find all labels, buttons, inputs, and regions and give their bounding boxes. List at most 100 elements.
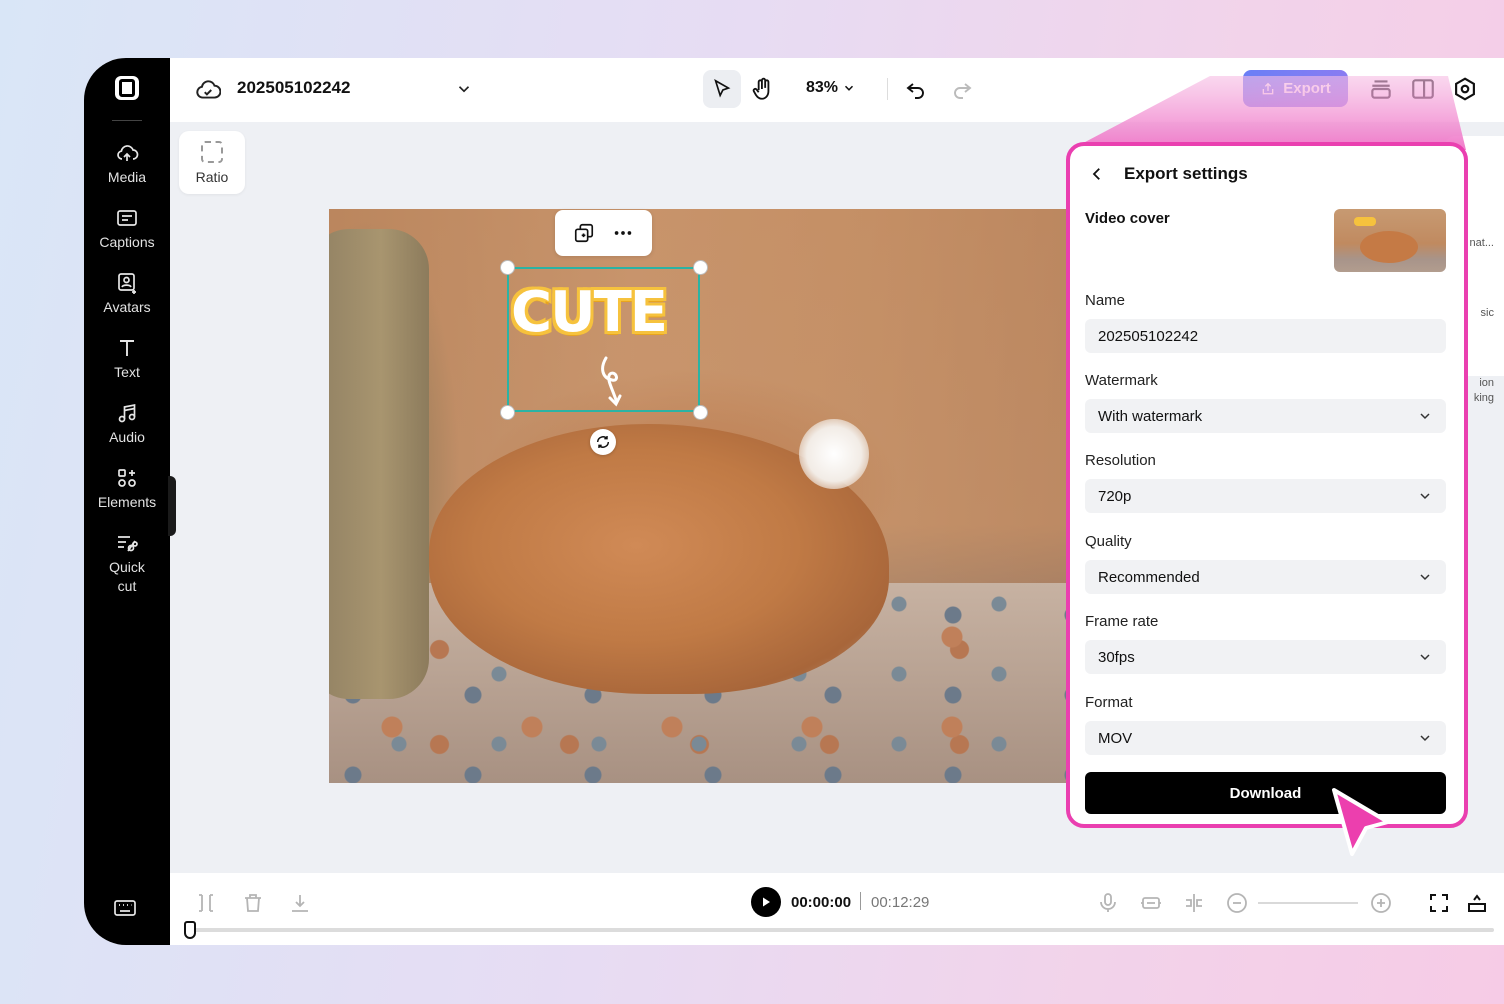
avatar-icon [118,273,136,294]
split-clip-icon[interactable] [1182,891,1206,915]
resize-handle-bottom-left[interactable] [500,405,515,420]
sidebar-item-media[interactable]: Media [84,131,170,196]
right-tool-label[interactable]: ion [1479,376,1494,390]
sidebar-item-audio[interactable]: Audio [84,391,170,456]
back-arrow-icon[interactable] [1088,165,1106,183]
project-title[interactable]: 202505102242 [237,78,350,98]
resize-handle-bottom-right[interactable] [693,405,708,420]
play-button[interactable] [751,887,781,917]
panel-title: Export settings [1124,164,1248,183]
sidebar-item-avatars[interactable]: Avatars [84,261,170,326]
rotate-icon [596,436,610,448]
watermark-value: With watermark [1098,407,1203,425]
video-cover-thumbnail[interactable] [1334,209,1446,272]
hand-tool-icon[interactable] [750,76,776,102]
collapse-timeline-icon[interactable] [1465,891,1489,915]
element-floating-toolbar [555,210,652,256]
selection-box[interactable] [507,267,700,412]
cloud-sync-icon[interactable] [195,77,221,103]
quality-select[interactable]: Recommended [1085,560,1446,594]
keyboard-icon [114,900,136,916]
video-frame-pillow [329,229,429,699]
watermark-label: Watermark [1085,372,1158,389]
split-view-icon[interactable] [1410,76,1436,102]
pointer-cursor-icon [1332,788,1390,856]
redo-icon[interactable] [950,77,974,101]
total-time: 00:12:29 [871,894,930,911]
thumbnail-sticker [1354,217,1376,226]
duplicate-icon[interactable] [573,222,595,244]
settings-icon[interactable] [1452,76,1478,102]
chevron-down-icon[interactable] [455,80,473,98]
sidebar-item-elements[interactable]: Elements [84,456,170,521]
music-note-icon [118,403,136,423]
right-tool-label[interactable]: sic [1481,306,1494,320]
format-select[interactable]: MOV [1085,721,1446,755]
panel-header: Export settings [1088,164,1248,184]
name-field[interactable] [1085,319,1446,353]
resolution-select[interactable]: 720p [1085,479,1446,513]
split-icon[interactable] [194,891,218,915]
video-preview[interactable] [329,209,1089,783]
sidebar-divider [112,120,142,121]
quality-value: Recommended [1098,568,1200,586]
export-button[interactable]: Export [1243,70,1348,107]
thumbnail-cat [1360,231,1418,263]
right-tool-label[interactable]: nat... [1470,236,1494,250]
sidebar-collapse-handle[interactable] [168,476,176,536]
more-options-icon[interactable] [612,222,634,244]
sidebar-item-quick-cut[interactable]: Quick cut [84,521,170,605]
chevron-down-icon [1420,654,1430,661]
fullscreen-icon[interactable] [1427,891,1451,915]
frame-rate-label: Frame rate [1085,613,1159,630]
video-cover-label: Video cover [1085,210,1170,227]
layers-icon[interactable] [1368,76,1394,102]
chevron-down-icon [1420,413,1430,420]
zoom-level-dropdown[interactable]: 83% [806,79,856,97]
resolution-label: Resolution [1085,452,1156,469]
format-label: Format [1085,694,1133,711]
frame-rate-select[interactable]: 30fps [1085,640,1446,674]
microphone-icon[interactable] [1096,891,1120,915]
timeline-track[interactable] [190,928,1494,932]
current-time: 00:00:00 [791,894,852,911]
watermark-select[interactable]: With watermark [1085,399,1446,433]
play-icon [763,897,770,907]
undo-icon[interactable] [904,77,928,101]
export-label: Export [1283,80,1331,97]
resize-handle-top-left[interactable] [500,260,515,275]
app-logo[interactable] [115,76,139,100]
right-tool-label[interactable]: king [1474,391,1494,405]
keyboard-shortcuts-button[interactable] [113,896,137,925]
sidebar-item-label: Media [107,169,147,185]
name-label: Name [1085,292,1126,309]
zoom-out-icon[interactable] [1225,891,1249,915]
playhead[interactable] [184,921,196,939]
sidebar-item-label: Quick cut [109,559,145,594]
rotate-handle[interactable] [590,429,616,455]
aspect-ratio-icon [201,140,223,163]
sidebar-item-label: Captions [99,234,155,250]
sidebar-item-text[interactable]: Text [84,326,170,391]
resize-handle-top-right[interactable] [693,260,708,275]
name-input[interactable] [1098,327,1433,345]
download-icon[interactable] [288,891,312,915]
ratio-label: Ratio [195,168,229,185]
resolution-value: 720p [1098,487,1132,505]
chevron-down-icon [1420,493,1430,500]
zoom-value: 83% [806,79,839,96]
time-divider [860,892,861,910]
zoom-in-icon[interactable] [1369,891,1393,915]
sidebar-item-label: Audio [109,429,145,445]
ratio-button[interactable]: Ratio [179,131,245,194]
cloud-upload-icon [117,145,139,161]
chevron-down-icon [1420,735,1430,742]
video-frame-tail [799,419,869,489]
auto-caption-icon[interactable] [1139,891,1163,915]
sidebar-item-captions[interactable]: Captions [84,196,170,261]
chevron-down-icon [1420,574,1430,581]
upload-icon [1262,82,1274,94]
select-tool-button[interactable] [703,70,741,108]
delete-icon[interactable] [241,891,265,915]
timeline-zoom-slider[interactable] [1258,902,1358,904]
